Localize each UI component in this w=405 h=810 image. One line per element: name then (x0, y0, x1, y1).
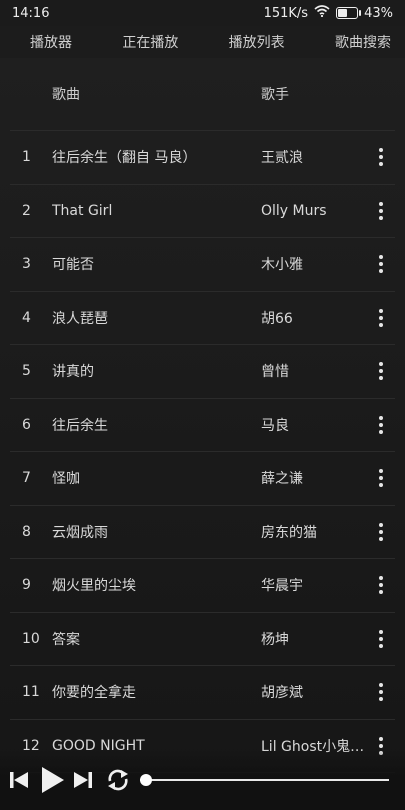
song-list: 1 往后余生（翻自 马良） 王贰浪 2 That Girl Olly Murs 3 可能否 木小… (0, 131, 405, 773)
network-speed: 151K/s (263, 5, 309, 21)
song-number: 10 (22, 630, 40, 647)
status-time: 14:16 (12, 5, 50, 21)
header-title: 歌曲 (52, 87, 80, 103)
more-options-button[interactable] (367, 362, 395, 381)
song-artist: 木小雅 (261, 257, 303, 274)
song-row[interactable]: 5 讲真的 曾惜 (10, 345, 395, 399)
song-title: 答案 (52, 631, 80, 648)
tab-player[interactable]: 播放器 (30, 32, 72, 52)
song-title: 往后余生（翻自 马良） (52, 150, 197, 167)
tab-playlist[interactable]: 播放列表 (229, 32, 285, 52)
song-number: 2 (22, 202, 31, 219)
more-vert-icon (379, 362, 383, 381)
song-number: 7 (22, 470, 31, 487)
wifi-icon (314, 5, 330, 21)
song-title: 往后余生 (52, 417, 108, 434)
song-artist: Olly Murs (261, 202, 327, 219)
song-title: 你要的全拿走 (52, 685, 136, 702)
more-options-button[interactable] (367, 308, 395, 327)
song-number: 11 (22, 684, 40, 701)
battery-icon (336, 7, 362, 19)
top-tabs: 播放器 正在播放 播放列表 歌曲搜索 (0, 26, 405, 58)
song-artist: 华晨宇 (261, 578, 303, 595)
song-number: 5 (22, 363, 31, 380)
more-vert-icon (379, 683, 383, 702)
song-row[interactable]: 11 你要的全拿走 胡彦斌 (10, 666, 395, 720)
song-artist: 王贰浪 (261, 150, 303, 167)
song-row[interactable]: 2 That Girl Olly Murs (10, 185, 395, 238)
play-button[interactable] (38, 765, 66, 795)
song-artist: 房东的猫 (261, 524, 317, 541)
skip-next-icon (74, 772, 92, 788)
more-options-button[interactable] (367, 469, 395, 488)
prev-button[interactable] (6, 767, 32, 793)
more-options-button[interactable] (367, 629, 395, 648)
song-title: 浪人琵琶 (52, 310, 108, 327)
more-options-button[interactable] (367, 255, 395, 274)
song-row[interactable]: 1 往后余生（翻自 马良） 王贰浪 (10, 131, 395, 185)
progress-bar[interactable] (140, 774, 389, 786)
song-row[interactable]: 4 浪人琵琶 胡66 (10, 292, 395, 345)
song-row[interactable]: 9 烟火里的尘埃 华晨宇 (10, 559, 395, 613)
song-artist: 曾惜 (261, 364, 289, 381)
song-title: 云烟成雨 (52, 524, 108, 541)
more-vert-icon (379, 255, 383, 274)
status-bar: 14:16 151K/s 43% (0, 0, 405, 26)
song-number: 4 (22, 309, 31, 326)
progress-knob[interactable] (140, 774, 152, 786)
repeat-button[interactable] (104, 767, 132, 793)
song-artist: 杨坤 (261, 631, 289, 648)
more-vert-icon (379, 629, 383, 648)
more-options-button[interactable] (367, 415, 395, 434)
song-artist: 薛之谦 (261, 471, 303, 488)
tab-now-playing[interactable]: 正在播放 (122, 32, 178, 52)
song-row[interactable]: 7 怪咖 薛之谦 (10, 452, 395, 506)
list-header: 歌曲 歌手 (10, 58, 395, 131)
song-title: 讲真的 (52, 364, 94, 381)
more-vert-icon (379, 576, 383, 595)
more-vert-icon (379, 469, 383, 488)
song-number: 9 (22, 577, 31, 594)
song-number: 1 (22, 149, 31, 166)
playlist-panel: 歌曲 歌手 1 往后余生（翻自 马良） 王贰浪 2 That Girl Olly Murs… (0, 58, 405, 810)
song-number: 6 (22, 416, 31, 433)
tab-song-search[interactable]: 歌曲搜索 (335, 32, 391, 52)
more-options-button[interactable] (367, 522, 395, 541)
more-options-button[interactable] (367, 201, 395, 220)
repeat-icon (108, 769, 128, 791)
song-title: 烟火里的尘埃 (52, 578, 136, 595)
battery-percent: 43% (364, 5, 393, 21)
song-artist: 胡彦斌 (261, 685, 303, 702)
more-options-button[interactable] (367, 683, 395, 702)
song-title: That Girl (52, 202, 113, 219)
more-vert-icon (379, 415, 383, 434)
song-row[interactable]: 6 往后余生 马良 (10, 399, 395, 452)
player-bar (0, 750, 405, 810)
song-number: 8 (22, 523, 31, 540)
more-vert-icon (379, 201, 383, 220)
more-vert-icon (379, 148, 383, 167)
more-options-button[interactable] (367, 148, 395, 167)
status-right: 151K/s 43% (264, 5, 393, 21)
song-artist: 胡66 (261, 310, 293, 327)
next-button[interactable] (70, 767, 96, 793)
song-number: 3 (22, 256, 31, 273)
song-row[interactable]: 3 可能否 木小雅 (10, 238, 395, 292)
more-vert-icon (379, 522, 383, 541)
song-artist: 马良 (261, 417, 289, 434)
more-vert-icon (379, 308, 383, 327)
song-title: 怪咖 (52, 471, 80, 488)
skip-previous-icon (10, 772, 28, 788)
more-options-button[interactable] (367, 576, 395, 595)
header-artist: 歌手 (261, 87, 289, 103)
song-row[interactable]: 10 答案 杨坤 (10, 613, 395, 666)
song-title: 可能否 (52, 257, 94, 274)
song-row[interactable]: 8 云烟成雨 房东的猫 (10, 506, 395, 559)
play-icon (42, 767, 64, 793)
